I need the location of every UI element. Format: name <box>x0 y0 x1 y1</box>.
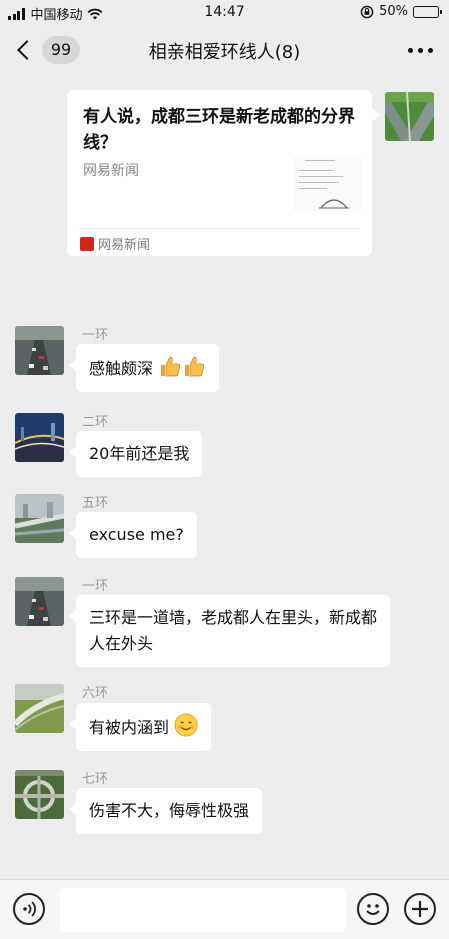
status-bar: 中国移动 14:47 50% <box>0 0 449 26</box>
plus-icon <box>412 901 428 917</box>
message-text-line: 人在外头 <box>89 634 154 653</box>
message-input[interactable] <box>60 888 346 932</box>
sender-name: 七环 <box>82 772 109 787</box>
message-text: 感触颇深 <box>89 359 154 378</box>
nav-bar: 99 相亲相爱环线人(8) <box>0 26 449 76</box>
message-bubble[interactable]: excuse me? <box>69 512 197 558</box>
chat-input-bar <box>0 879 449 939</box>
sender-avatar[interactable] <box>15 770 64 819</box>
sender-name: 六环 <box>82 686 109 701</box>
sender-avatar[interactable] <box>15 684 64 733</box>
voice-input-button[interactable] <box>13 893 45 925</box>
more-functions-button[interactable] <box>404 893 436 925</box>
dot-icon <box>408 48 413 53</box>
message-text: 有被内涵到 <box>89 718 170 737</box>
voice-icon <box>23 901 36 917</box>
sender-name: 二环 <box>82 415 109 430</box>
more-options-button[interactable] <box>408 48 433 53</box>
emoji-button[interactable] <box>357 893 389 925</box>
article-source: 网易新闻 <box>83 163 139 179</box>
message-text: 20年前还是我 <box>89 444 190 463</box>
shared-article-card[interactable]: 有人说，成都三环是新老成都的分界线？ 网易新闻 网易新闻 <box>67 90 380 256</box>
sender-name: 一环 <box>82 328 109 343</box>
chat-title: 相亲相爱环线人(8) <box>148 42 301 63</box>
sender-avatar[interactable] <box>15 494 64 543</box>
rotation-lock-icon <box>360 5 374 18</box>
thumbs-up-icon <box>161 356 181 377</box>
my-avatar[interactable] <box>385 92 434 141</box>
article-thumbnail <box>293 156 361 212</box>
sender-name: 五环 <box>82 496 109 511</box>
message-text: 伤害不大，侮辱性极强 <box>89 801 250 820</box>
battery-percent: 50% <box>379 4 408 19</box>
article-app-name: 网易新闻 <box>98 238 151 253</box>
smile-icon <box>366 904 380 915</box>
message-bubble[interactable]: 感触颇深 <box>68 344 220 392</box>
message-bubble[interactable]: 三环是一道墙，老成都人在里头，新成都 人在外头 <box>68 595 391 667</box>
article-app-footer: 网易新闻 <box>80 234 150 253</box>
dot-icon <box>428 48 433 53</box>
battery-icon <box>413 5 442 18</box>
thumbs-up-icon <box>185 356 205 377</box>
sender-avatar[interactable] <box>15 577 64 626</box>
card-divider <box>79 228 360 229</box>
sender-avatar[interactable] <box>15 326 64 375</box>
dot-icon <box>418 48 423 53</box>
netease-news-logo-icon <box>80 236 94 251</box>
message-bubble[interactable]: 伤害不大，侮辱性极强 <box>68 788 263 834</box>
message-bubble[interactable]: 有被内涵到 <box>68 703 212 751</box>
article-title: 有人说，成都三环是新老成都的分界线？ <box>83 107 355 153</box>
smiling-face-icon <box>174 713 198 737</box>
message-bubble[interactable]: 20年前还是我 <box>68 431 203 477</box>
sender-name: 一环 <box>82 579 109 594</box>
sender-avatar[interactable] <box>15 413 64 462</box>
message-text: excuse me? <box>89 525 184 544</box>
message-text-line: 三环是一道墙，老成都人在里头，新成都 <box>89 608 378 627</box>
